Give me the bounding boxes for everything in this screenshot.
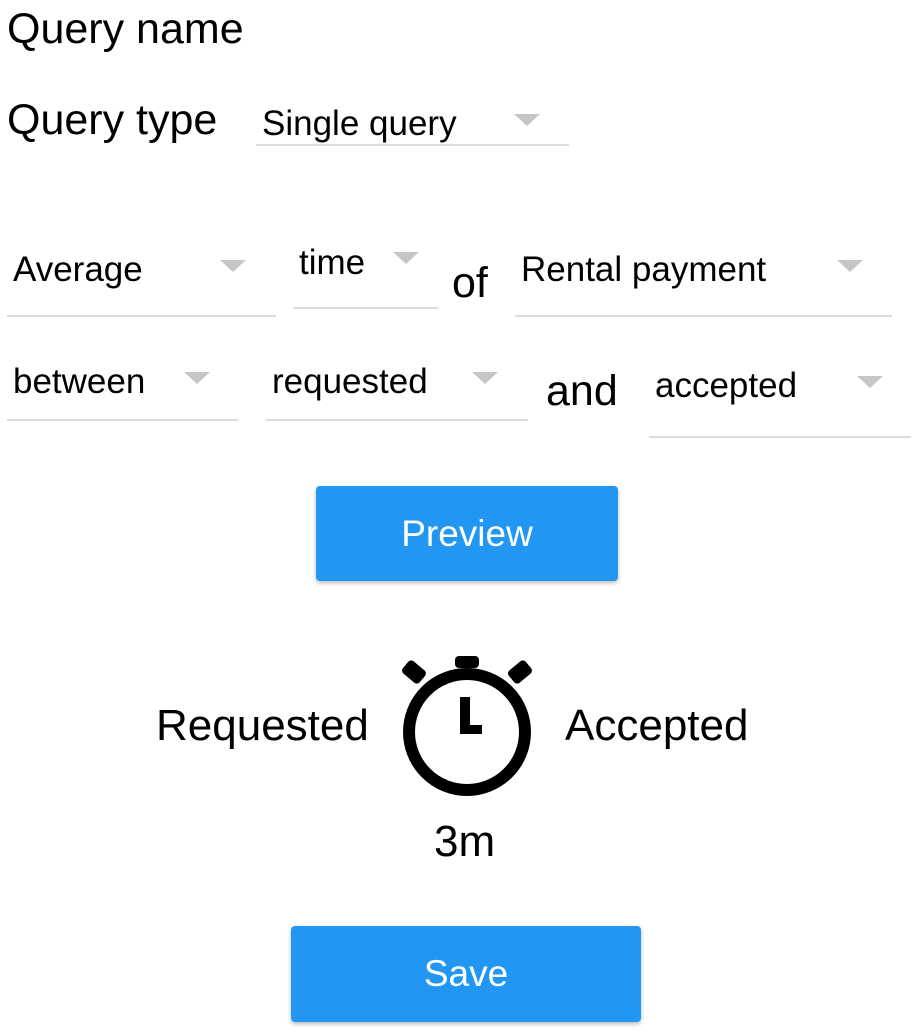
- duration-value: 3m: [434, 817, 496, 866]
- query-type-select[interactable]: Single query: [256, 98, 569, 146]
- chevron-down-icon: [514, 114, 540, 126]
- to-status-select[interactable]: accepted: [649, 348, 911, 438]
- preview-button[interactable]: Preview: [316, 486, 618, 581]
- entity-value: Rental payment: [521, 250, 767, 289]
- chevron-down-icon: [472, 372, 498, 384]
- and-text: and: [546, 367, 618, 415]
- aggregate-select[interactable]: Average: [7, 238, 276, 317]
- query-type-label: Query type: [7, 96, 218, 144]
- from-status-value: requested: [272, 362, 428, 401]
- between-value: between: [13, 362, 146, 401]
- metric-value: time: [299, 243, 366, 282]
- query-builder: Query name Query type Single query Avera…: [0, 0, 924, 1032]
- chevron-down-icon: [837, 260, 863, 272]
- of-text: of: [452, 259, 488, 307]
- entity-select[interactable]: Rental payment: [515, 238, 892, 317]
- chevron-down-icon: [857, 376, 883, 388]
- end-status-label: Accepted: [565, 701, 749, 750]
- chevron-down-icon: [220, 260, 246, 272]
- save-button[interactable]: Save: [291, 926, 641, 1022]
- start-status-label: Requested: [156, 701, 369, 750]
- between-select[interactable]: between: [7, 348, 238, 421]
- aggregate-value: Average: [13, 250, 143, 289]
- stopwatch-icon: [402, 656, 532, 796]
- query-type-value: Single query: [262, 104, 457, 143]
- query-name-label[interactable]: Query name: [7, 8, 244, 51]
- to-status-value: accepted: [655, 366, 798, 405]
- from-status-select[interactable]: requested: [266, 348, 528, 421]
- chevron-down-icon: [184, 372, 210, 384]
- metric-select[interactable]: time: [293, 238, 438, 309]
- chevron-down-icon: [393, 252, 419, 264]
